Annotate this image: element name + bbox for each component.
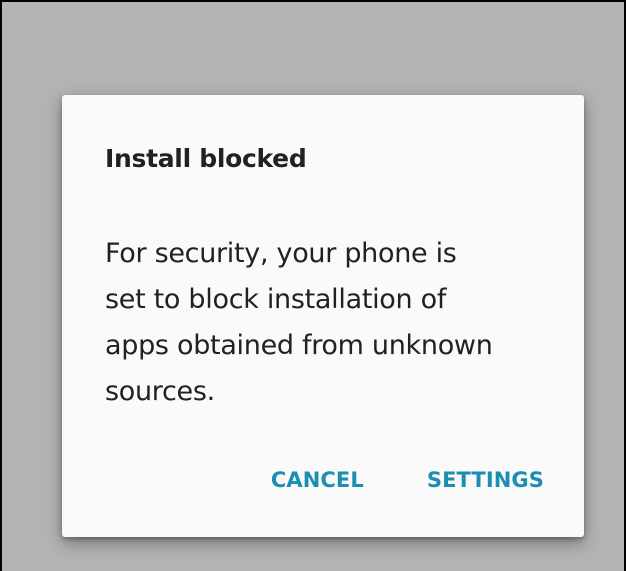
message-line: set to block installation of (105, 284, 447, 315)
message-line: sources. (105, 376, 215, 407)
install-blocked-dialog: Install blocked For security, your phone… (62, 95, 584, 537)
message-line: For security, your phone is (105, 238, 457, 269)
screen-scrim[interactable]: Install blocked For security, your phone… (0, 0, 626, 571)
message-line: apps obtained from unknown (105, 330, 493, 361)
settings-button[interactable]: SETTINGS (427, 468, 544, 492)
dialog-actions: CANCEL SETTINGS (271, 468, 544, 492)
dialog-message: For security, your phone is set to block… (105, 231, 555, 415)
dialog-title: Install blocked (105, 144, 307, 173)
cancel-button[interactable]: CANCEL (271, 468, 364, 492)
